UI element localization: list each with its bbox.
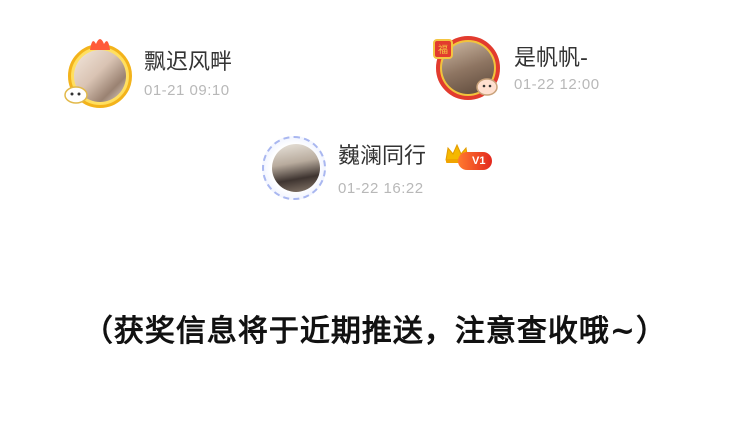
avatar-photo: [272, 144, 320, 192]
winner-name: 飘迟风畔: [144, 50, 233, 75]
winner-time: 01-22 16:22: [338, 180, 424, 197]
winner-entry-2: 福 是帆帆- 01-22 12:00: [433, 36, 656, 106]
svg-text:福: 福: [438, 43, 448, 56]
winner-name: 巍澜同行: [338, 144, 427, 169]
winner-time: 01-22 12:00: [514, 76, 600, 93]
winner-time: 01-21 09:10: [144, 82, 230, 99]
avatar[interactable]: [64, 39, 132, 108]
winner-entry-1: 飘迟风畔 01-21 09:10: [64, 39, 268, 114]
winner-entry-3: 巍澜同行 V1 01-22 16:22: [262, 136, 522, 206]
chick-body-icon: [64, 86, 88, 104]
avatar[interactable]: 福: [433, 36, 500, 100]
prize-notice-text: （获奖信息将于近期推送，注意查收哦~）: [82, 314, 668, 349]
fortune-charm-icon: 福: [433, 39, 453, 59]
winner-name: 是帆帆-: [514, 46, 588, 71]
pig-icon: [476, 78, 498, 96]
vip-level-badge: V1: [458, 152, 493, 170]
chick-comb-icon: [90, 39, 110, 50]
avatar[interactable]: [262, 136, 326, 200]
